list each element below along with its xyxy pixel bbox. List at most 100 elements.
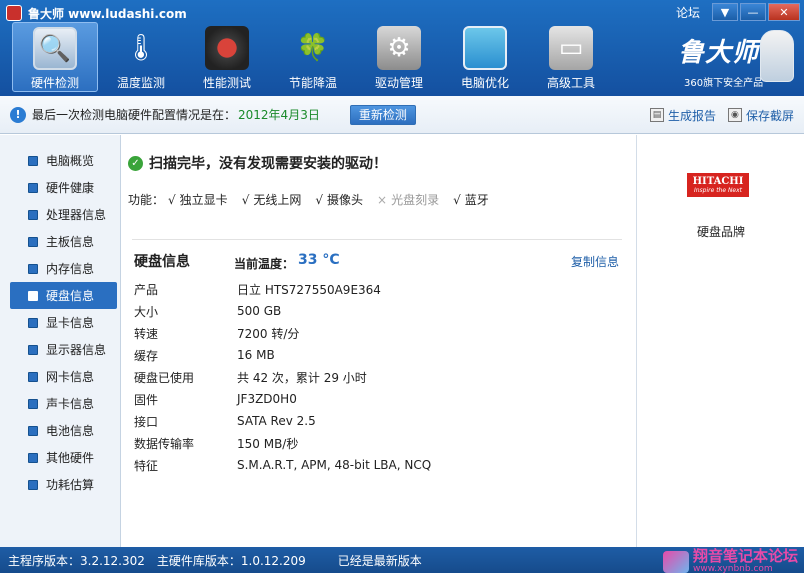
list-bullet-icon: [28, 425, 38, 436]
sidebar-item-monitor[interactable]: 显示器信息: [10, 336, 117, 363]
last-check-date: 2012年4月3日: [238, 108, 320, 122]
sidebar-item-battery[interactable]: 电池信息: [10, 417, 117, 444]
main-version: 主程序版本：3.2.12.302: [8, 553, 145, 568]
main-content: ✓ 扫描完毕，没有发现需要安装的驱动！ 功能： √ 独立显卡 √ 无线上网 √ 摄像头…: [122, 135, 635, 547]
spec-row: 特征 S.M.A.R.T, APM, 48-bit LBA, NCQ: [134, 454, 431, 476]
title-row: 鲁大师 www.ludashi.com: [6, 4, 187, 22]
main-toolbar: 🔍 硬件检测 🌡 温度监测 性能测试 🍀 节能降温 ⚙ 驱动管理 电脑优化 ▭ …: [12, 22, 614, 92]
save-screenshot-button[interactable]: ◉ 保存截屏: [727, 107, 794, 124]
sidebar-item-memory[interactable]: 内存信息: [10, 255, 117, 282]
brand-subtitle: 360旗下安全产品: [684, 78, 764, 89]
sidebar-item-label: 声卡信息: [46, 397, 95, 411]
toolbar-temperature[interactable]: 🌡 温度监测: [98, 22, 184, 92]
sidebar-item-disk[interactable]: 硬盘信息: [10, 282, 117, 309]
sidebar-item-other[interactable]: 其他硬件: [10, 444, 117, 471]
sidebar-item-motherboard[interactable]: 主板信息: [10, 228, 117, 255]
hitachi-logo-tagline: Inspire the Next: [693, 187, 743, 194]
watermark-text-block: 翔音笔记本论坛 www.xynbnb.com: [693, 549, 798, 573]
toolbar-label: 电脑优化: [460, 76, 509, 90]
last-check-text: 最后一次检测电脑硬件配置情况是在：: [32, 108, 237, 122]
recheck-button[interactable]: 重新检测: [349, 104, 416, 125]
list-bullet-icon: [28, 263, 38, 274]
spec-row: 产品 日立 HTS727550A9E364: [134, 278, 431, 300]
report-actions: ▤ 生成报告 ◉ 保存截屏: [649, 96, 794, 134]
sidebar-item-label: 其他硬件: [46, 451, 95, 465]
sidebar-item-label: 电脑概览: [46, 154, 95, 168]
features-label: 功能：: [128, 193, 165, 207]
generate-report-button[interactable]: ▤ 生成报告: [649, 107, 716, 124]
sidebar-item-graphics[interactable]: 显卡信息: [10, 309, 117, 336]
checkmark-icon: √: [168, 192, 176, 207]
toolbar-hardware-check[interactable]: 🔍 硬件检测: [12, 22, 98, 92]
spec-key: 接口: [134, 414, 159, 429]
window-title: 鲁大师 www.ludashi.com: [28, 6, 187, 21]
toolbar-power-saving[interactable]: 🍀 节能降温: [270, 22, 356, 92]
list-bullet-icon: [28, 317, 38, 328]
save-screenshot-label: 保存截屏: [745, 108, 794, 123]
sidebar-item-power[interactable]: 功耗估算: [10, 471, 117, 498]
sidebar-item-label: 处理器信息: [46, 208, 107, 222]
feature-label: 无线上网: [253, 193, 302, 207]
thermometer-icon: 🌡: [124, 33, 158, 63]
feature-label: 独立显卡: [179, 193, 228, 207]
spec-value: 150 MB/秒: [237, 436, 299, 451]
menu-dropdown-button[interactable]: ▼: [712, 3, 738, 21]
sidebar-item-network[interactable]: 网卡信息: [10, 363, 117, 390]
watermark-text: 翔音笔记本论坛: [692, 547, 798, 565]
toolbar-label: 驱动管理: [374, 76, 423, 90]
top-header: 鲁大师 www.ludashi.com 论坛 ▼ — ✕ 🔍 硬件检测 🌡 温度…: [0, 0, 804, 96]
sidebar-item-label: 硬盘信息: [46, 289, 95, 303]
list-bullet-icon: [28, 155, 38, 166]
display-icon: [463, 26, 507, 70]
temperature-value: 33 °C: [298, 252, 340, 268]
copy-info-link[interactable]: 复制信息: [571, 253, 619, 270]
spec-key: 产品: [134, 282, 159, 297]
toolbar-performance[interactable]: 性能测试: [184, 22, 270, 92]
temperature-label: 当前温度：: [234, 257, 295, 271]
list-bullet-icon: [28, 452, 38, 463]
sidebar-item-overview[interactable]: 电脑概览: [10, 147, 117, 174]
brand-logo: 鲁大师: [678, 38, 760, 68]
check-circle-icon: ✓: [128, 155, 143, 171]
sidebar-item-label: 显示器信息: [46, 343, 107, 357]
forum-link[interactable]: 论坛: [676, 4, 700, 21]
toolbar-label: 温度监测: [116, 76, 165, 90]
sidebar-item-cpu[interactable]: 处理器信息: [10, 201, 117, 228]
spec-value: 共 42 次，累计 29 小时: [237, 370, 367, 385]
info-bar: ! 最后一次检测电脑硬件配置情况是在： 2012年4月3日 重新检测 ▤ 生成报…: [0, 96, 804, 134]
status-bar: 主程序版本：3.2.12.302 主硬件库版本：1.0.12.209 已经是最新…: [0, 547, 804, 573]
toolbar-optimize[interactable]: 电脑优化: [442, 22, 528, 92]
spec-value: 日立 HTS727550A9E364: [237, 282, 381, 297]
minimize-button[interactable]: —: [740, 3, 766, 21]
toolbar-driver[interactable]: ⚙ 驱动管理: [356, 22, 442, 92]
toolbar-label: 硬件检测: [30, 76, 79, 90]
spec-key: 缓存: [134, 348, 159, 363]
list-bullet-icon: [28, 236, 38, 247]
spec-key: 固件: [134, 392, 159, 407]
feature-label: 光盘刻录: [391, 193, 440, 207]
app-logo-icon: [6, 5, 22, 21]
hitachi-logo-text: HITACHI: [692, 176, 744, 187]
spec-value: 7200 转/分: [237, 326, 300, 341]
close-button[interactable]: ✕: [768, 3, 800, 21]
sidebar-item-health[interactable]: 硬件健康: [10, 174, 117, 201]
spec-key: 数据传输率: [134, 436, 195, 451]
spec-key: 大小: [134, 304, 159, 319]
generate-report-label: 生成报告: [667, 108, 716, 123]
disk-spec-table: 产品 日立 HTS727550A9E364 大小 500 GB 转速 7200 转/分…: [134, 278, 431, 476]
list-bullet-icon: [28, 398, 38, 409]
spec-row: 固件 JF3ZD0H0: [134, 388, 431, 410]
list-bullet-icon: [28, 344, 38, 355]
checkmark-icon: √: [241, 192, 250, 207]
spec-key: 硬盘已使用: [134, 370, 195, 385]
sidebar-item-label: 内存信息: [46, 262, 95, 276]
toolbox-icon: ⚙: [377, 26, 421, 70]
checkmark-icon: √: [315, 192, 324, 207]
spec-value: S.M.A.R.T, APM, 48-bit LBA, NCQ: [237, 458, 432, 472]
sidebar-item-sound[interactable]: 声卡信息: [10, 390, 117, 417]
spec-row: 大小 500 GB: [134, 300, 431, 322]
sidebar-item-label: 主板信息: [46, 235, 95, 249]
toolbar-advanced[interactable]: ▭ 高级工具: [528, 22, 614, 92]
list-bullet-icon: [28, 290, 38, 301]
cross-icon: ×: [377, 192, 388, 207]
